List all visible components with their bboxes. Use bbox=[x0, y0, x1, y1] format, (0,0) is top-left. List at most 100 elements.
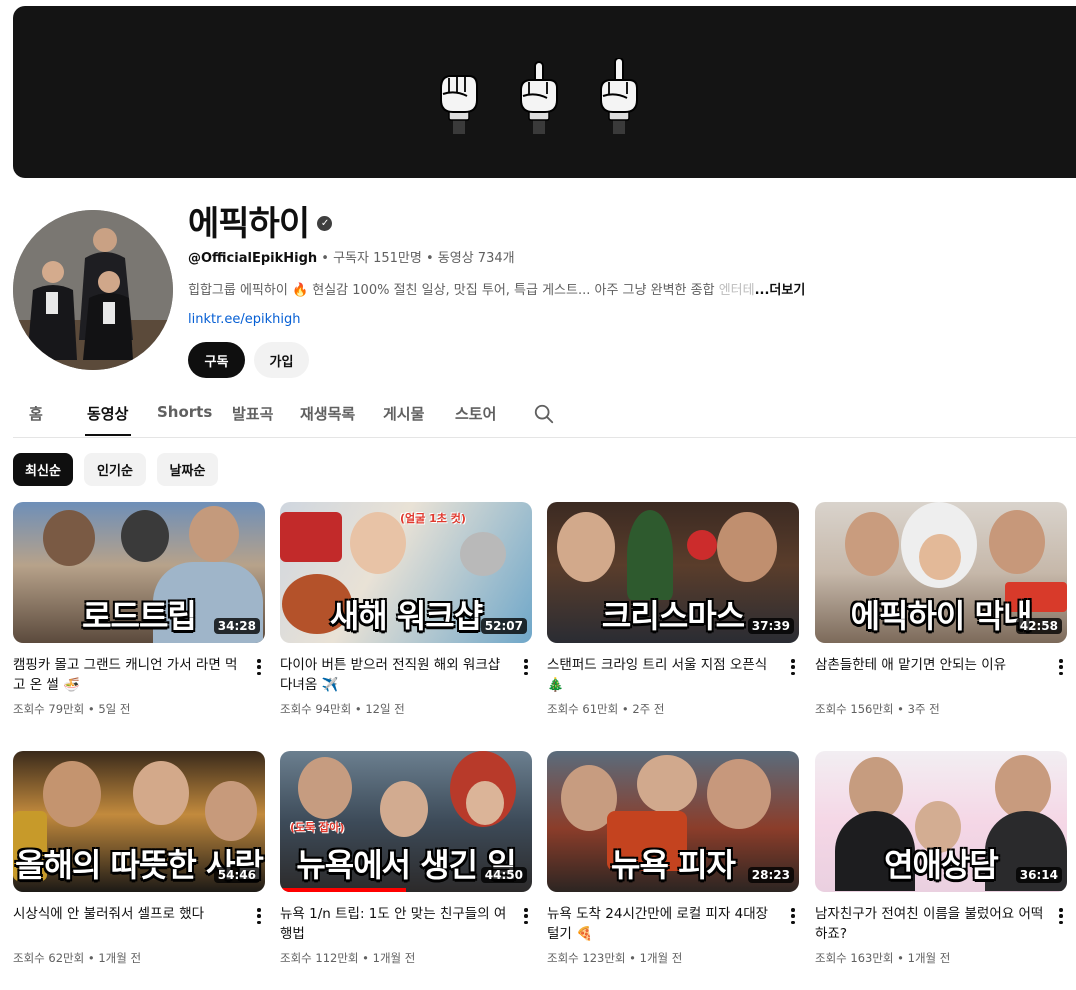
video-duration: 28:23 bbox=[747, 867, 794, 883]
video-thumbnail[interactable]: 연애상담 36:14 bbox=[815, 751, 1067, 892]
upload-age: 12일 전 bbox=[365, 702, 405, 716]
upload-age: 1개월 전 bbox=[907, 951, 951, 965]
video-card[interactable]: 올해의 따뜻한 사람 54:46 시상식에 안 불러줘서 셀프로 했다 조회수 … bbox=[13, 751, 265, 966]
video-title[interactable]: 시상식에 안 불러줘서 셀프로 했다 bbox=[13, 904, 265, 944]
channel-name: 에픽하이 bbox=[188, 204, 310, 244]
subscriber-count: 구독자 151만명 bbox=[333, 251, 422, 266]
more-link[interactable]: ...더보기 bbox=[755, 283, 806, 298]
video-duration: 44:50 bbox=[480, 867, 527, 883]
two-finger-hand-icon bbox=[519, 61, 558, 134]
more-vert-icon[interactable] bbox=[523, 657, 529, 677]
video-title[interactable]: 뉴욕 도착 24시간만에 로컬 피자 4대장 털기 🍕 bbox=[547, 904, 799, 944]
view-count: 조회수 62만회 bbox=[13, 951, 85, 965]
more-vert-icon[interactable] bbox=[1058, 657, 1064, 677]
channel-avatar[interactable] bbox=[13, 210, 173, 370]
tab-shorts[interactable]: Shorts bbox=[157, 403, 212, 421]
view-count: 조회수 156만회 bbox=[815, 702, 894, 716]
view-count: 조회수 79만회 bbox=[13, 702, 85, 716]
video-duration: 36:14 bbox=[1015, 867, 1062, 883]
more-vert-icon[interactable] bbox=[256, 906, 262, 926]
video-meta: 조회수 156만회 • 3주 전 bbox=[815, 702, 940, 716]
video-card[interactable]: 크리스마스 37:39 스탠퍼드 크라잉 트리 서울 지점 오픈식 🎄 조회수 … bbox=[547, 502, 799, 717]
video-title[interactable]: 스탠퍼드 크라잉 트리 서울 지점 오픈식 🎄 bbox=[547, 655, 799, 695]
video-title[interactable]: 캠핑카 몰고 그랜드 캐니언 가서 라면 먹고 온 썰 🍜 bbox=[13, 655, 265, 695]
video-meta: 조회수 94만회 • 12일 전 bbox=[280, 702, 405, 716]
chip-latest[interactable]: 최신순 bbox=[13, 453, 73, 486]
video-thumbnail[interactable]: (도둑 잡아) 뉴욕에서 생긴 일 44:50 bbox=[280, 751, 532, 892]
banner-hands bbox=[13, 58, 1076, 136]
video-thumbnail[interactable]: 크리스마스 37:39 bbox=[547, 502, 799, 643]
chip-oldest[interactable]: 날짜순 bbox=[157, 453, 218, 486]
video-duration: 52:07 bbox=[480, 618, 527, 634]
video-title[interactable]: 다이아 버튼 받으러 전직원 해외 워크샵 다녀옴 ✈️ bbox=[280, 655, 532, 695]
fist-hand-icon bbox=[439, 75, 478, 134]
channel-link[interactable]: linktr.ee/epikhigh bbox=[188, 312, 300, 327]
tab-posts[interactable]: 게시물 bbox=[383, 403, 424, 424]
video-card[interactable]: (도둑 잡아) 뉴욕에서 생긴 일 44:50 뉴욕 1/n 트립: 1도 안 … bbox=[280, 751, 532, 966]
channel-tabs: 홈 동영상 Shorts 발표곡 재생목록 게시물 스토어 bbox=[13, 396, 1076, 438]
tab-videos[interactable]: 동영상 bbox=[87, 403, 128, 424]
video-thumbnail[interactable]: (얼굴 1초 컷) 새해 워크샵 52:07 bbox=[280, 502, 532, 643]
meta-separator: • bbox=[321, 251, 329, 266]
subscribe-button[interactable]: 구독 bbox=[188, 342, 245, 378]
video-meta: 조회수 123만회 • 1개월 전 bbox=[547, 951, 683, 965]
tab-home[interactable]: 홈 bbox=[29, 403, 43, 424]
video-meta: 조회수 112만회 • 1개월 전 bbox=[280, 951, 416, 965]
channel-description[interactable]: 힙합그룹 에픽하이 🔥 현실감 100% 절친 일상, 맛집 투어, 특급 게스… bbox=[188, 279, 805, 298]
upload-age: 2주 전 bbox=[632, 702, 665, 716]
view-count: 조회수 112만회 bbox=[280, 951, 359, 965]
active-tab-indicator bbox=[85, 434, 131, 436]
view-count: 조회수 163만회 bbox=[815, 951, 894, 965]
upload-age: 1개월 전 bbox=[372, 951, 416, 965]
more-vert-icon[interactable] bbox=[790, 906, 796, 926]
video-thumbnail[interactable]: 올해의 따뜻한 사람 54:46 bbox=[13, 751, 265, 892]
more-vert-icon[interactable] bbox=[1058, 906, 1064, 926]
video-card[interactable]: 연애상담 36:14 남자친구가 전여친 이름을 불렀어요 어떡하죠? 조회수 … bbox=[815, 751, 1067, 966]
description-text: 힙합그룹 에픽하이 🔥 현실감 100% 절친 일상, 맛집 투어, 특급 게스… bbox=[188, 283, 719, 298]
video-duration: 42:58 bbox=[1015, 618, 1062, 634]
tab-releases[interactable]: 발표곡 bbox=[232, 403, 273, 424]
tab-playlists[interactable]: 재생목록 bbox=[300, 403, 355, 424]
video-meta: 조회수 61만회 • 2주 전 bbox=[547, 702, 665, 716]
thumbnail-subcaption: (얼굴 1초 컷) bbox=[400, 512, 466, 525]
video-thumbnail[interactable]: 에픽하이 막내 42:58 bbox=[815, 502, 1067, 643]
video-duration: 54:46 bbox=[213, 867, 260, 883]
avatar-image bbox=[13, 210, 173, 370]
thumbnail-subcaption: (도둑 잡아) bbox=[290, 821, 345, 834]
video-meta: 조회수 163만회 • 1개월 전 bbox=[815, 951, 951, 965]
chip-popular[interactable]: 인기순 bbox=[84, 453, 146, 486]
more-vert-icon[interactable] bbox=[523, 906, 529, 926]
view-count: 조회수 94만회 bbox=[280, 702, 352, 716]
meta-separator: • bbox=[425, 251, 434, 266]
middle-finger-hand-icon bbox=[599, 58, 638, 134]
video-title[interactable]: 남자친구가 전여친 이름을 불렀어요 어떡하죠? bbox=[815, 904, 1067, 944]
view-count: 조회수 61만회 bbox=[547, 702, 619, 716]
video-thumbnail[interactable]: 로드트립 34:28 bbox=[13, 502, 265, 643]
video-duration: 34:28 bbox=[213, 618, 260, 634]
upload-age: 1개월 전 bbox=[639, 951, 683, 965]
channel-title: 에픽하이 ✓ bbox=[188, 196, 333, 245]
search-icon[interactable] bbox=[533, 403, 555, 425]
video-card[interactable]: (얼굴 1초 컷) 새해 워크샵 52:07 다이아 버튼 받으러 전직원 해외… bbox=[280, 502, 532, 717]
upload-age: 5일 전 bbox=[98, 702, 131, 716]
more-vert-icon[interactable] bbox=[256, 657, 262, 677]
watch-progress-bar bbox=[280, 888, 406, 892]
video-card[interactable]: 뉴욕 피자 28:23 뉴욕 도착 24시간만에 로컬 피자 4대장 털기 🍕 … bbox=[547, 751, 799, 966]
video-meta: 조회수 79만회 • 5일 전 bbox=[13, 702, 131, 716]
video-title[interactable]: 뉴욕 1/n 트립: 1도 안 맞는 친구들의 여행법 bbox=[280, 904, 532, 944]
video-count: 동영상 734개 bbox=[437, 251, 515, 266]
video-duration: 37:39 bbox=[747, 618, 794, 634]
tab-store[interactable]: 스토어 bbox=[455, 403, 496, 424]
upload-age: 3주 전 bbox=[907, 702, 940, 716]
channel-handle: @OfficialEpikHigh bbox=[188, 251, 318, 266]
more-vert-icon[interactable] bbox=[790, 657, 796, 677]
video-card[interactable]: 로드트립 34:28 캠핑카 몰고 그랜드 캐니언 가서 라면 먹고 온 썰 🍜… bbox=[13, 502, 265, 717]
description-fade-text: 엔터테 bbox=[718, 283, 755, 298]
upload-age: 1개월 전 bbox=[98, 951, 142, 965]
join-button[interactable]: 가입 bbox=[254, 342, 309, 378]
video-card[interactable]: 에픽하이 막내 42:58 삼촌들한테 애 맡기면 안되는 이유 조회수 156… bbox=[815, 502, 1067, 717]
video-thumbnail[interactable]: 뉴욕 피자 28:23 bbox=[547, 751, 799, 892]
channel-meta: @OfficialEpikHigh • 구독자 151만명 • 동영상 734개 bbox=[188, 247, 515, 266]
video-title[interactable]: 삼촌들한테 애 맡기면 안되는 이유 bbox=[815, 655, 1067, 695]
video-meta: 조회수 62만회 • 1개월 전 bbox=[13, 951, 142, 965]
